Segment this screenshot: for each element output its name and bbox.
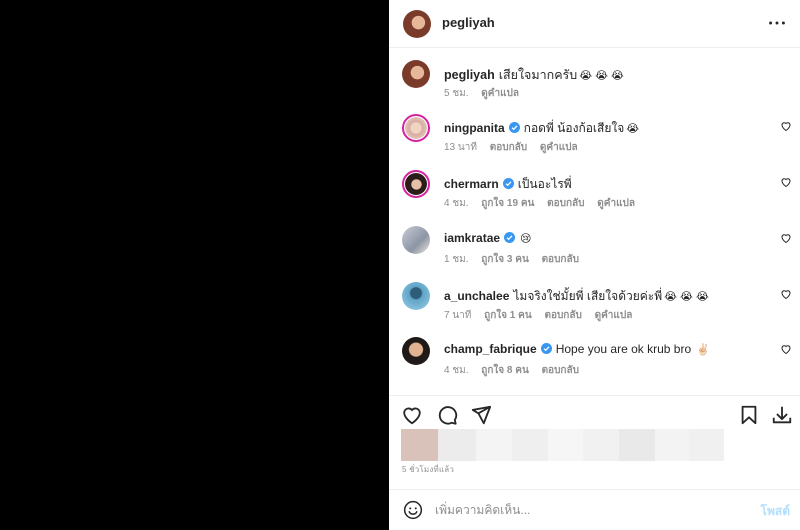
comment-text: กอดพี่ น้องก้อเสียใจ xyxy=(523,121,625,135)
like-comment-heart-icon[interactable] xyxy=(780,176,792,188)
verified-badge-icon xyxy=(504,232,516,243)
verified-badge-icon xyxy=(502,178,514,189)
post-actions-bar xyxy=(389,395,800,429)
more-options-icon[interactable] xyxy=(766,12,788,34)
comment-emojis: ✌🏻 xyxy=(696,344,710,356)
translate-link[interactable]: ดูคำแปล xyxy=(481,88,519,99)
like-comment-heart-icon[interactable] xyxy=(780,120,792,132)
comment-username[interactable]: chermarn xyxy=(444,177,499,191)
comment-time[interactable]: 7 นาที xyxy=(444,310,471,321)
like-comment-heart-icon[interactable] xyxy=(780,288,792,300)
comment-input[interactable] xyxy=(435,500,735,520)
avatar[interactable] xyxy=(403,10,431,38)
comment-likes[interactable]: ถูกใจ 1 คน xyxy=(484,310,532,321)
translate-link[interactable]: ดูคำแปล xyxy=(540,142,578,153)
comment-likes[interactable]: ถูกใจ 3 คน xyxy=(481,254,529,265)
reply-button[interactable]: ตอบกลับ xyxy=(547,198,584,209)
avatar[interactable] xyxy=(402,282,430,310)
caption-time[interactable]: 5 ชม. xyxy=(444,88,469,99)
caption-text: เสียใจมากครับ xyxy=(498,68,578,82)
translate-link[interactable]: ดูคำแปล xyxy=(597,198,635,209)
comment-time[interactable]: 4 ชม. xyxy=(444,365,469,376)
caption-emojis: 😭 😭 😭 xyxy=(579,70,624,82)
reply-button[interactable]: ตอบกลับ xyxy=(542,254,579,265)
like-comment-heart-icon[interactable] xyxy=(780,343,792,355)
post-media[interactable] xyxy=(0,0,389,530)
avatar[interactable] xyxy=(402,226,430,254)
translate-link[interactable]: ดูคำแปล xyxy=(595,310,633,321)
avatar[interactable] xyxy=(402,60,430,88)
comment-username[interactable]: a_unchalee xyxy=(444,289,509,303)
comment-text: ไมจริงใช่มั้ยพี่ เสียใจด้วยค่ะพี่ xyxy=(513,289,663,303)
comment-time[interactable]: 13 นาที xyxy=(444,142,477,153)
post-author-username[interactable]: pegliyah xyxy=(442,15,495,30)
reply-button[interactable]: ตอบกลับ xyxy=(542,365,579,376)
post-comment-button[interactable]: โพสต์ xyxy=(761,502,790,521)
comment-username[interactable]: ningpanita xyxy=(444,121,505,135)
comment-username[interactable]: iamkratae xyxy=(444,231,500,245)
avatar[interactable] xyxy=(402,170,430,198)
share-paper-plane-icon[interactable] xyxy=(470,404,492,426)
avatar[interactable] xyxy=(402,114,430,142)
post-header: pegliyah xyxy=(389,0,800,48)
comment-likes[interactable]: ถูกใจ 19 คน xyxy=(481,198,534,209)
verified-badge-icon xyxy=(508,122,520,133)
reply-button[interactable]: ตอบกลับ xyxy=(490,142,527,153)
reply-button[interactable]: ตอบกลับ xyxy=(544,310,581,321)
comment-text: Hope you are ok krub bro xyxy=(555,342,692,356)
emoji-smiley-icon[interactable] xyxy=(403,500,423,520)
comment-text: เป็นอะไรพี่ xyxy=(517,177,572,191)
bookmark-icon[interactable] xyxy=(738,404,760,426)
comment-emojis: 😢 xyxy=(520,233,532,245)
comment-composer: โพสต์ xyxy=(389,489,800,530)
liked-by-pixelated xyxy=(401,429,724,461)
comment-time[interactable]: 4 ชม. xyxy=(444,198,469,209)
comment-time[interactable]: 1 ชม. xyxy=(444,254,469,265)
comments-panel: pegliyah pegliyah เสียใจมากครับ 😭 😭 😭 5 ชม… xyxy=(389,0,800,530)
comment-username[interactable]: champ_fabrique xyxy=(444,342,537,356)
caption-username[interactable]: pegliyah xyxy=(444,68,495,82)
comment-emojis: 😭 xyxy=(626,123,640,135)
comment-likes[interactable]: ถูกใจ 8 คน xyxy=(481,365,529,376)
like-heart-icon[interactable] xyxy=(401,404,423,426)
like-comment-heart-icon[interactable] xyxy=(780,232,792,244)
comment-emojis: 😭 😭 😭 xyxy=(664,291,709,303)
download-icon[interactable] xyxy=(771,404,793,426)
verified-badge-icon xyxy=(540,343,552,354)
comment-bubble-icon[interactable] xyxy=(436,404,458,426)
avatar[interactable] xyxy=(402,337,430,365)
post-time-ago[interactable]: 5 ชั่วโมงที่แล้ว xyxy=(402,463,454,476)
